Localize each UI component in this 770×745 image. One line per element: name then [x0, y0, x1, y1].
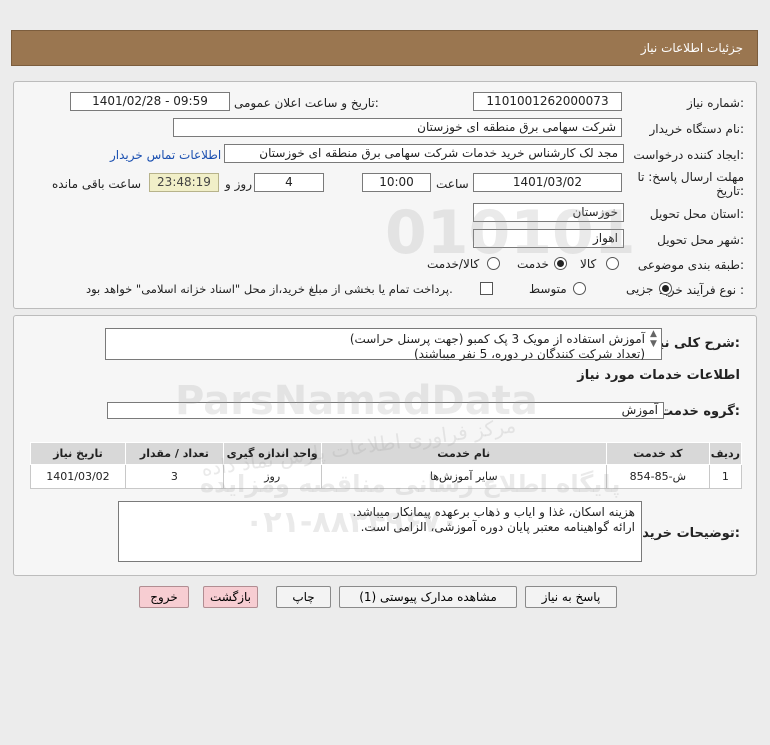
buyer-notes-label: توضیحات خریدار:	[630, 526, 740, 541]
col-date-header: تاریخ نیاز	[30, 442, 126, 465]
reply-button[interactable]: پاسخ به نیاز	[525, 586, 617, 608]
cell-unit: روز	[222, 464, 322, 489]
deadline-label-1: مهلت ارسال پاسخ: تا	[637, 170, 744, 184]
general-desc-box: آموزش استفاده از مویک 3 پک کمبو (جهت پرس…	[105, 328, 662, 361]
process-option-medium: متوسط	[529, 282, 567, 296]
deadline-date-field: 1401/03/02	[473, 173, 622, 192]
buyer-org-field: شرکت سهامی برق منطقه ای خوزستان	[173, 118, 622, 137]
city-label: شهر محل تحویل:	[657, 233, 744, 247]
col-row-header: ردیف	[708, 442, 743, 465]
general-desc-line-1: آموزش استفاده از مویک 3 پک کمبو (جهت پرس…	[349, 332, 645, 346]
buyer-notes-box: هزینه اسکان، غذا و ایاب و ذهاب برعهده پی…	[118, 501, 642, 562]
time-label: ساعت	[436, 177, 469, 191]
days-field: 4	[254, 173, 324, 192]
days-label: روز و	[225, 177, 252, 191]
process-radio-minor[interactable]	[659, 282, 672, 295]
announce-label: تاریخ و ساعت اعلان عمومی:	[234, 96, 379, 110]
remaining-label: ساعت باقی مانده	[52, 177, 142, 191]
city-field: اهواز	[473, 229, 624, 248]
requester-label: ایجاد کننده درخواست:	[633, 148, 744, 162]
announce-field: 1401/02/28 - 09:59	[70, 92, 230, 111]
print-button[interactable]: چاپ	[276, 586, 331, 608]
buyer-notes-line-1: هزینه اسکان، غذا و ایاب و ذهاب برعهده پی…	[352, 505, 636, 519]
services-section-title: اطلاعات خدمات مورد نیاز	[577, 368, 740, 383]
need-info-panel: شماره نیاز: 1101001262000073 تاریخ و ساع…	[13, 81, 757, 309]
requester-field: مجد لک کارشناس خرید خدمات شرکت سهامی برق…	[224, 144, 624, 163]
table-header-row: ردیف کد خدمت نام خدمت واحد اندازه گیری ت…	[30, 442, 743, 465]
services-table: ردیف کد خدمت نام خدمت واحد اندازه گیری ت…	[30, 442, 743, 489]
back-button[interactable]: بازگشت	[203, 586, 258, 608]
province-label: استان محل تحویل:	[649, 207, 744, 221]
need-number-field: 1101001262000073	[473, 92, 622, 111]
service-group-label: گروه خدمت:	[660, 404, 740, 419]
category-label: طبقه بندی موضوعی:	[637, 258, 744, 272]
deadline-label-2: تاریخ:	[716, 184, 744, 198]
treasury-checkbox[interactable]	[480, 282, 493, 295]
col-qty-header: تعداد / مقدار	[124, 442, 224, 465]
table-row: 1 ش-85-854 سایر آموزش‌ها روز 3 1401/03/0…	[30, 464, 743, 489]
col-unit-header: واحد اندازه گیری	[222, 442, 322, 465]
service-group-field: آموزش	[107, 402, 664, 419]
cell-qty: 3	[124, 464, 224, 489]
category-option-service: خدمت	[517, 257, 549, 271]
process-option-minor: جزیی	[626, 282, 654, 296]
general-desc-line-2: (تعداد شرکت کنندگان در دوره، 5 نفر میباش…	[414, 347, 645, 361]
category-option-goods-service: کالا/خدمت	[427, 257, 480, 271]
details-panel: شرح کلی نیاز: آموزش استفاده از مویک 3 پک…	[13, 315, 757, 576]
col-code-header: کد خدمت	[605, 442, 710, 465]
contact-buyer-link[interactable]: اطلاعات تماس خریدار	[110, 148, 221, 162]
page-title: جزئیات اطلاعات نیاز	[640, 41, 743, 55]
process-label: نوع فرآیند خرید :	[659, 283, 744, 297]
cell-date: 1401/03/02	[30, 464, 126, 489]
cell-name: سایر آموزش‌ها	[320, 464, 607, 489]
remaining-time-field: 23:48:19	[149, 173, 219, 192]
category-option-goods: کالا	[580, 257, 597, 271]
buyer-notes-line-2: ارائه گواهینامه معتبر پایان دوره آموزشی،…	[360, 520, 635, 534]
page-header: جزئیات اطلاعات نیاز	[11, 30, 758, 66]
buyer-org-label: نام دستگاه خریدار:	[649, 122, 745, 136]
province-field: خوزستان	[473, 203, 624, 222]
exit-button[interactable]: خروج	[139, 586, 189, 608]
cell-code: ش-85-854	[605, 464, 710, 489]
cell-row: 1	[708, 464, 743, 489]
need-number-label: شماره نیاز:	[686, 96, 744, 110]
treasury-note: پرداخت تمام یا بخشی از مبلغ خرید،از محل …	[86, 282, 453, 296]
col-name-header: نام خدمت	[320, 442, 607, 465]
deadline-time-field: 10:00	[362, 173, 431, 192]
view-docs-button[interactable]: مشاهده مدارک پیوستی (1)	[339, 586, 517, 608]
scroll-arrows-icon[interactable]: ▲ ▼	[650, 329, 657, 349]
category-radio-goods-service[interactable]	[487, 257, 500, 270]
category-radio-goods[interactable]	[606, 257, 619, 270]
category-radio-service[interactable]	[554, 257, 567, 270]
process-radio-medium[interactable]	[573, 282, 586, 295]
